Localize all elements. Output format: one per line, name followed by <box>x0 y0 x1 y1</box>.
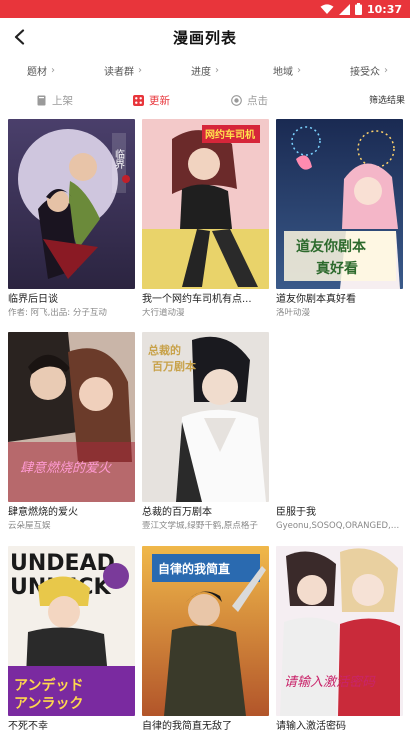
filter-receiver[interactable]: 接受众 › <box>328 58 410 82</box>
comic-title: 肆意燃烧的爱火 <box>8 507 78 518</box>
comic-cover: 肆意燃烧的爱火 <box>8 332 135 502</box>
chevron-right-icon: › <box>51 64 55 76</box>
cover-art: 网约车司机 <box>142 119 269 289</box>
comic-title: 不死不幸 <box>8 721 48 730</box>
sort-label: 更新 <box>149 95 170 107</box>
back-button[interactable] <box>8 25 32 49</box>
comic-card[interactable]: 网约车司机 我一个网约车司机有点... 大行道动漫 <box>142 119 269 319</box>
cover-art: 请输入激活密码 <box>276 546 403 716</box>
chevron-left-icon <box>14 29 25 45</box>
svg-text:アンラック: アンラック <box>14 696 83 712</box>
comic-title: 我一个网约车司机有点... <box>142 294 252 305</box>
comic-cover: 总裁的 百万剧本 <box>142 332 269 502</box>
sort-shelf[interactable]: 上架 <box>36 93 73 108</box>
cover-art: 道友你剧本 真好看 <box>276 119 403 289</box>
svg-text:肆意燃烧的爱火: 肆意燃烧的爱火 <box>20 460 112 476</box>
filter-progress[interactable]: 进度 › <box>164 58 246 82</box>
svg-text:百万剧本: 百万剧本 <box>152 359 196 373</box>
svg-text:总裁的: 总裁的 <box>148 343 181 357</box>
chevron-right-icon: › <box>138 64 142 76</box>
comic-author: 云朵屋互娱 <box>8 521 51 531</box>
comic-author: 作者: 阿飞,出品: 分子互动 <box>8 308 107 318</box>
comic-title: 总裁的百万剧本 <box>142 507 212 518</box>
filter-region[interactable]: 地域 › <box>246 58 328 82</box>
filter-bar: 题材 › 读者群 › 进度 › 地域 › 接受众 › <box>0 58 410 82</box>
status-bar: 10:37 <box>0 0 410 18</box>
comic-card[interactable]: 自律的我简直 自律的我简直无敌了 <box>142 546 269 730</box>
sort-label: 点击 <box>247 95 268 107</box>
comic-cover: 道友你剧本 真好看 <box>276 119 403 289</box>
svg-text:自律的我简直: 自律的我简直 <box>158 561 230 576</box>
svg-text:请输入激活密码: 请输入激活密码 <box>284 674 376 690</box>
comic-title: 道友你剧本真好看 <box>276 294 356 305</box>
svg-text:真好看: 真好看 <box>316 260 358 277</box>
comic-card[interactable]: 总裁的 百万剧本 总裁的百万剧本 壹江文学城,绿野千鹤,原点格子 <box>142 332 269 532</box>
chevron-right-icon: › <box>215 64 219 76</box>
filter-label: 读者群 <box>104 66 134 78</box>
comic-cover: 自律的我简直 <box>142 546 269 716</box>
svg-text:网约车司机: 网约车司机 <box>205 128 255 141</box>
cover-art: 临界 <box>8 119 135 289</box>
sort-label: 上架 <box>52 95 73 107</box>
wifi-icon <box>320 3 334 14</box>
comic-card[interactable]: 请输入激活密码 请输入激活密码 <box>276 546 403 730</box>
comic-title: 请输入激活密码 <box>276 721 346 730</box>
svg-text:アンデッド: アンデッド <box>14 677 83 694</box>
svg-text:道友你剧本: 道友你剧本 <box>296 238 367 255</box>
radio-icon <box>231 95 242 106</box>
cover-art: 自律的我简直 <box>142 546 269 716</box>
comic-title: 自律的我简直无敌了 <box>142 721 232 730</box>
svg-text:临界: 临界 <box>113 148 125 170</box>
chevron-right-icon: › <box>297 64 301 76</box>
comic-title: 臣服于我 <box>276 507 316 518</box>
filter-label: 题材 <box>27 66 47 78</box>
comic-author: 大行道动漫 <box>142 308 185 318</box>
filter-audience[interactable]: 读者群 › <box>82 58 164 82</box>
comic-card[interactable]: 临界 临界后日谈 作者: 阿飞,出品: 分子互动 <box>8 119 135 319</box>
comic-cover: 请输入激活密码 <box>276 546 403 716</box>
chevron-right-icon: › <box>384 64 388 76</box>
comic-cover: 网约车司机 <box>142 119 269 289</box>
sort-clicks[interactable]: 点击 <box>231 93 268 108</box>
signal-icon <box>338 3 350 15</box>
status-time: 10:37 <box>366 2 402 16</box>
filter-genre[interactable]: 题材 › <box>0 58 82 82</box>
comic-author: 壹江文学城,绿野千鹤,原点格子 <box>142 521 258 531</box>
refresh-icon <box>133 95 144 106</box>
cover-art: UNDEAD UNLUCK アンデッド アンラック <box>8 546 135 716</box>
filter-label: 进度 <box>191 66 211 78</box>
comic-author: 洛叶动漫 <box>276 308 311 318</box>
comic-card[interactable]: 臣服于我 Gyeonu,SOSOQ,ORANGED,极直 <box>276 332 403 532</box>
shelf-icon <box>37 95 46 106</box>
battery-icon <box>354 3 362 15</box>
comic-card[interactable]: 道友你剧本 真好看 道友你剧本真好看 洛叶动漫 <box>276 119 403 319</box>
cover-art: 肆意燃烧的爱火 <box>8 332 135 502</box>
comic-cover: UNDEAD UNLUCK アンデッド アンラック <box>8 546 135 716</box>
svg-text:UNDEAD: UNDEAD <box>10 551 115 576</box>
comic-card[interactable]: UNDEAD UNLUCK アンデッド アンラック 不死不幸 <box>8 546 135 730</box>
sort-bar: 上架 更新 点击 筛选结果 <box>0 89 410 113</box>
comic-cover <box>276 332 403 502</box>
comic-card[interactable]: 肆意燃烧的爱火 肆意燃烧的爱火 云朵屋互娱 <box>8 332 135 532</box>
filter-result-button[interactable]: 筛选结果 <box>366 91 407 108</box>
cover-art: 总裁的 百万剧本 <box>142 332 269 502</box>
comic-title: 临界后日谈 <box>8 294 58 305</box>
filter-label: 地域 <box>273 66 293 78</box>
comic-cover: 临界 <box>8 119 135 289</box>
page-title: 漫画列表 <box>172 28 237 47</box>
comic-author: Gyeonu,SOSOQ,ORANGED,极直 <box>276 521 403 531</box>
filter-label: 接受众 <box>350 66 380 78</box>
sort-updated[interactable]: 更新 <box>133 93 170 108</box>
title-bar: 漫画列表 <box>0 18 410 56</box>
